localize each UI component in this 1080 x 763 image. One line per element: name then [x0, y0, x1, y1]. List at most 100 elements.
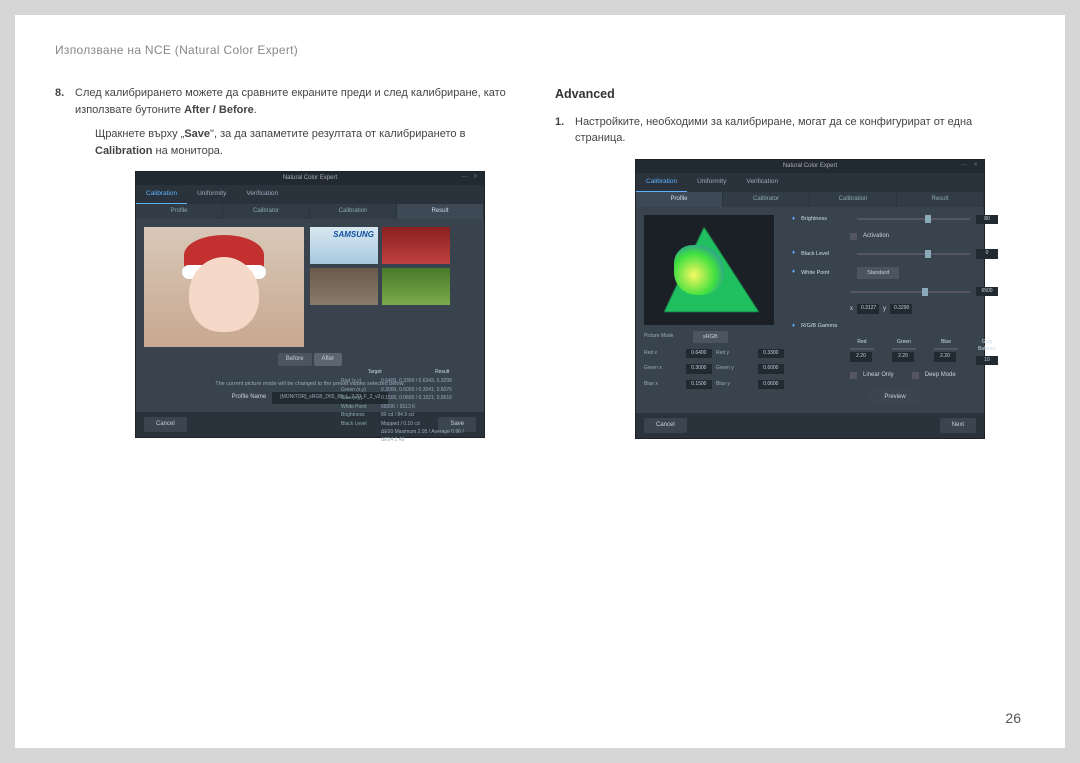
green-gamma-slider[interactable]	[892, 348, 916, 350]
rgb-gamma-label: R/G/B Gamma	[801, 322, 851, 330]
blue-gamma-slider[interactable]	[934, 348, 958, 350]
manual-page: Използване на NCE (Natural Color Expert)…	[15, 15, 1065, 748]
black-level-slider[interactable]	[857, 253, 970, 255]
titlebar: Natural Color Expert — ✕	[136, 172, 484, 185]
samsung-logo: SAMSUNG	[310, 227, 378, 243]
preview-row: SAMSUNG	[144, 227, 476, 347]
bold-calibration: Calibration	[95, 145, 152, 157]
app-title: Natural Color Expert	[783, 163, 837, 169]
main-tabs: Calibration Uniformity Verification	[136, 185, 484, 204]
tab-calibration[interactable]: Calibration	[636, 173, 687, 192]
bluy-input[interactable]: 0.0600	[758, 380, 784, 390]
subtab-profile[interactable]: Profile	[136, 204, 223, 219]
brightness-label: Brightness	[801, 215, 851, 223]
brightness-value[interactable]: 80	[976, 215, 998, 225]
screenshot-advanced: Natural Color Expert — ✕ Calibration Uni…	[635, 159, 1025, 440]
subtab-calibration[interactable]: Calibration	[810, 192, 897, 207]
sub-tabs: Profile Calibrator Calibration Result	[136, 204, 484, 219]
after-button[interactable]: After	[314, 353, 343, 366]
cancel-button[interactable]: Cancel	[644, 418, 687, 433]
gamut-panel: Picture Mode sRGB Red x0.6400Red y0.3300…	[644, 215, 784, 406]
subtab-calibration[interactable]: Calibration	[310, 204, 397, 219]
main-preview-image	[144, 227, 304, 347]
gray-balance[interactable]: 10	[976, 356, 998, 366]
left-column: 8. След калибрирането можете да сравните…	[55, 85, 525, 439]
brightness-slider[interactable]	[857, 218, 970, 220]
thumbnail[interactable]	[382, 227, 450, 264]
blue-gamma[interactable]: 2.20	[934, 352, 956, 362]
grnx-input[interactable]: 0.3000	[686, 364, 712, 374]
right-column: Advanced 1. Настройките, необходими за к…	[555, 85, 1025, 439]
white-point-select[interactable]: Standard	[857, 267, 899, 279]
window-buttons[interactable]: — ✕	[961, 161, 980, 170]
red-gamma-slider[interactable]	[850, 348, 874, 350]
page-header: Използване на NCE (Natural Color Expert)	[55, 43, 1025, 57]
thumbnail[interactable]	[382, 268, 450, 305]
result-data-table: Target Result Red (x,y)0.6400, 0.3300 / …	[341, 369, 476, 446]
linear-checkbox[interactable]	[850, 372, 857, 379]
activation-label: Activation	[863, 232, 889, 241]
tab-uniformity[interactable]: Uniformity	[187, 185, 236, 204]
picture-mode-select[interactable]: sRGB	[693, 331, 728, 343]
screenshot-result: Natural Color Expert — ✕ Calibration Uni…	[135, 171, 525, 438]
bullet-icon: ♦	[792, 215, 795, 224]
app-window-1: Natural Color Expert — ✕ Calibration Uni…	[135, 171, 485, 438]
bold-save: Save	[184, 128, 210, 140]
subtab-calibrator[interactable]: Calibrator	[223, 204, 310, 219]
white-value[interactable]: 6500	[976, 287, 998, 297]
tab-verification[interactable]: Verification	[736, 173, 788, 192]
profile-label: Profile Name	[232, 393, 267, 402]
redx-input[interactable]: 0.6400	[686, 349, 712, 359]
text: След калибрирането можете да сравните ек…	[75, 87, 506, 116]
activation-checkbox[interactable]	[850, 233, 857, 240]
black-value[interactable]: 0	[976, 249, 998, 259]
profile-content: Picture Mode sRGB Red x0.6400Red y0.3300…	[636, 207, 984, 414]
text: ", за да запаметите резултата от калибри…	[210, 128, 465, 140]
text: .	[254, 104, 257, 116]
white-point-label: White Point	[801, 269, 851, 277]
list-item-8: 8. След калибрирането можете да сравните…	[55, 85, 525, 159]
next-button[interactable]: Next	[940, 418, 976, 433]
green-gamma[interactable]: 2.20	[892, 352, 914, 362]
tab-verification[interactable]: Verification	[236, 185, 288, 204]
blux-input[interactable]: 0.1500	[686, 380, 712, 390]
thumbnail[interactable]: SAMSUNG	[310, 227, 378, 264]
before-after-toggle: BeforeAfter	[144, 353, 476, 366]
white-x[interactable]: 0.3127	[857, 304, 879, 314]
redy-input[interactable]: 0.3300	[758, 349, 784, 359]
titlebar: Natural Color Expert — ✕	[636, 160, 984, 173]
white-y[interactable]: 0.3290	[890, 304, 912, 314]
cancel-button[interactable]: Cancel	[144, 417, 187, 432]
bullet-icon: ♦	[792, 249, 795, 258]
text: на монитора.	[152, 145, 223, 157]
subtab-profile[interactable]: Profile	[636, 192, 723, 207]
subtab-result[interactable]: Result	[397, 204, 484, 219]
white-point-slider[interactable]	[850, 291, 970, 293]
preview-button[interactable]: Preview	[870, 390, 919, 405]
controls-panel: ♦ Brightness 80 Activation ♦	[792, 215, 998, 406]
tab-calibration[interactable]: Calibration	[136, 185, 187, 204]
item-body: След калибрирането можете да сравните ек…	[75, 85, 525, 159]
col-result: Result	[435, 369, 449, 377]
tab-uniformity[interactable]: Uniformity	[687, 173, 736, 192]
illustration	[189, 257, 259, 332]
chromaticity-inputs: Red x0.6400Red y0.3300 Green x0.3000Gree…	[644, 349, 784, 390]
deep-checkbox[interactable]	[912, 372, 919, 379]
cie-gamut-chart	[644, 215, 774, 325]
item-body: Настройките, необходими за калибриране, …	[575, 114, 1025, 147]
bullet-icon: ♦	[792, 322, 795, 331]
main-tabs: Calibration Uniformity Verification	[636, 173, 984, 192]
list-item-1: 1. Настройките, необходими за калибриран…	[555, 114, 1025, 147]
grny-input[interactable]: 0.6000	[758, 364, 784, 374]
red-gamma[interactable]: 2.20	[850, 352, 872, 362]
bullet-icon: ♦	[792, 268, 795, 277]
subtab-calibrator[interactable]: Calibrator	[723, 192, 810, 207]
thumbnail[interactable]	[310, 268, 378, 305]
item-number: 1.	[555, 114, 569, 147]
window-buttons[interactable]: — ✕	[461, 173, 480, 182]
before-button[interactable]: Before	[278, 353, 312, 366]
text: Щракнете върху „	[95, 128, 184, 140]
section-advanced: Advanced	[555, 85, 1025, 104]
subtab-result[interactable]: Result	[897, 192, 984, 207]
col-target: Target	[368, 369, 382, 377]
